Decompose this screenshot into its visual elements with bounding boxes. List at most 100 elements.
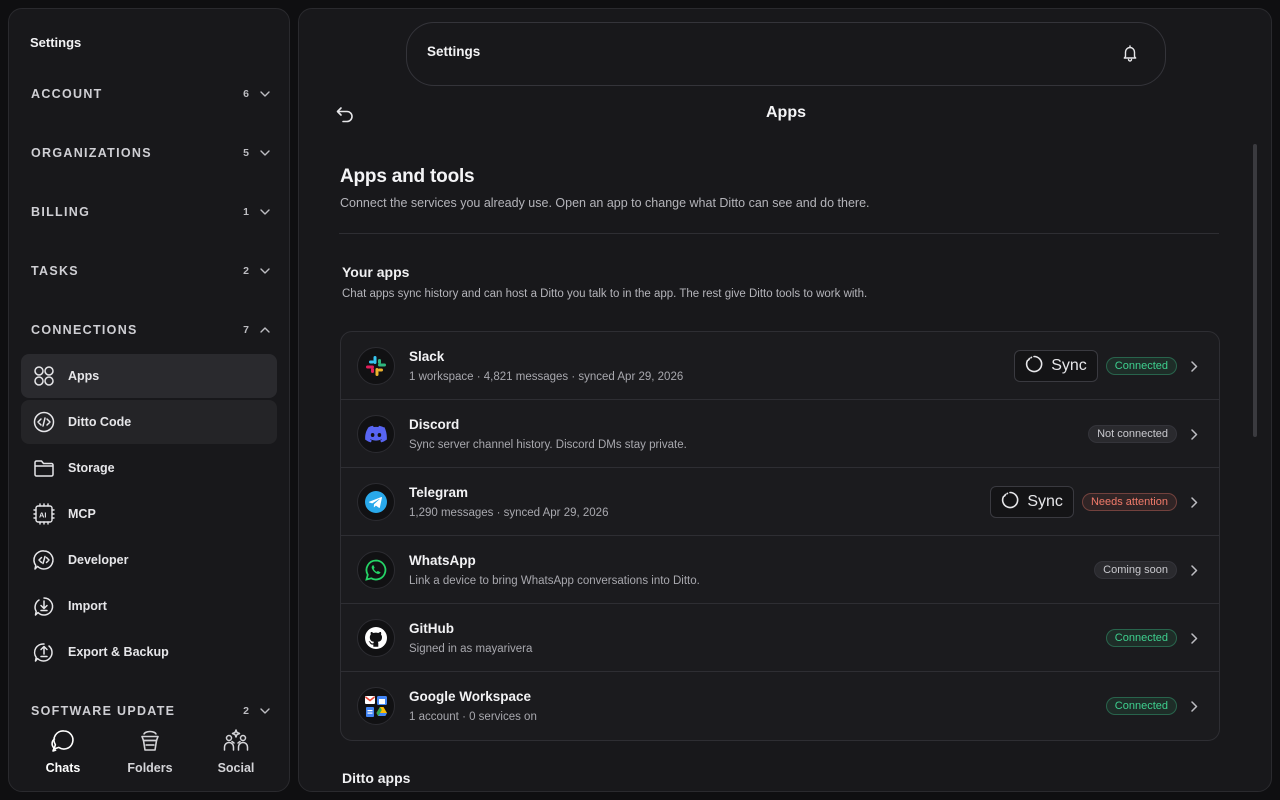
sidebar-item-storage[interactable]: Storage (21, 446, 277, 490)
chevron-right-icon (1187, 495, 1201, 509)
discord-icon (357, 415, 395, 453)
row-actions: Coming soon (1094, 536, 1201, 604)
chevron-up-icon (259, 324, 271, 336)
sync-button[interactable]: Sync (990, 486, 1074, 518)
folder-icon (32, 456, 56, 480)
row-actions: Sync Needs attention (990, 468, 1201, 536)
section-billing[interactable]: BILLING 1 (31, 202, 271, 222)
import-icon (32, 594, 56, 618)
google-workspace-icon (357, 687, 395, 725)
ai-icon: AI (32, 502, 56, 526)
tab-chats[interactable]: Chats (23, 727, 103, 787)
app-description: Sync server channel history. Discord DMs… (409, 439, 687, 451)
app-row-discord[interactable]: Discord Sync server channel history. Dis… (341, 400, 1219, 468)
code-icon (32, 410, 56, 434)
sidebar-item-export-backup[interactable]: Export & Backup (21, 630, 277, 674)
row-actions: Connected (1105, 604, 1201, 672)
section-label: ORGANIZATIONS (31, 146, 152, 160)
section-organizations[interactable]: ORGANIZATIONS 5 (31, 143, 271, 163)
section-label: TASKS (31, 264, 79, 278)
main-panel: Settings Apps Apps and tools Connect the… (298, 8, 1272, 792)
page-heading: Apps (766, 104, 806, 121)
status-badge: Connected (1105, 629, 1177, 647)
sidebar-item-label: Storage (68, 461, 115, 475)
bottom-tab-bar: Chats Folders Social (9, 727, 289, 787)
tab-label: Folders (127, 761, 173, 775)
your-apps-description: Chat apps sync history and can host a Di… (342, 288, 868, 300)
app-row-github[interactable]: GitHub Signed in as mayarivera Connected (341, 604, 1219, 672)
chevron-down-icon (259, 88, 271, 100)
section-account[interactable]: ACCOUNT 6 (31, 84, 271, 104)
chevron-down-icon (259, 147, 271, 159)
sidebar-item-apps[interactable]: Apps (21, 354, 277, 398)
section-count: 7 (243, 324, 249, 336)
app-row-slack[interactable]: Slack 1 workspace · 4,821 messages · syn… (341, 332, 1219, 400)
sync-label: Sync (1027, 493, 1063, 510)
chevron-right-icon (1187, 699, 1201, 713)
section-count: 2 (243, 265, 249, 277)
section-tasks[interactable]: TASKS 2 (31, 261, 271, 281)
section-count: 6 (243, 88, 249, 100)
app-row-whatsapp[interactable]: WhatsApp Link a device to bring WhatsApp… (341, 536, 1219, 604)
sync-label: Sync (1051, 357, 1087, 374)
sidebar-item-label: Apps (68, 369, 100, 383)
grid-icon (32, 364, 56, 388)
app-row-google-workspace[interactable]: Google Workspace 1 account · 0 services … (341, 672, 1219, 740)
app-description: Link a device to bring WhatsApp conversa… (409, 575, 700, 587)
scrollbar[interactable] (1253, 144, 1257, 437)
tab-label: Social (217, 761, 255, 775)
github-icon (357, 619, 395, 657)
sidebar-title: Settings (30, 35, 82, 50)
tab-folders[interactable]: Folders (110, 727, 190, 787)
section-label: SOFTWARE UPDATE (31, 704, 176, 718)
chevron-right-icon (1187, 359, 1201, 373)
sidebar-item-import[interactable]: Import (21, 584, 277, 628)
app-name: Slack (409, 349, 445, 364)
app-description: Signed in as mayarivera (409, 643, 533, 655)
svg-text:AI: AI (39, 511, 47, 520)
status-badge: Connected (1105, 697, 1177, 715)
app-name: Google Workspace (409, 689, 532, 704)
row-actions: Sync Connected (1014, 332, 1201, 400)
status-badge: Coming soon (1094, 561, 1177, 579)
app-row-telegram[interactable]: Telegram 1,290 messages · synced Apr 29,… (341, 468, 1219, 536)
export-icon (32, 640, 56, 664)
section-count: 1 (243, 206, 249, 218)
chats-icon (49, 727, 77, 755)
bell-icon[interactable] (1119, 42, 1141, 64)
section-connections[interactable]: CONNECTIONS 7 (31, 320, 271, 340)
status-badge: Connected (1105, 357, 1177, 375)
tab-social[interactable]: Social (196, 727, 276, 787)
sidebar-item-label: Ditto Code (68, 415, 132, 429)
ditto-apps-title: Ditto apps (342, 770, 411, 786)
whatsapp-icon (357, 551, 395, 589)
chevron-right-icon (1187, 631, 1201, 645)
apps-list: Slack 1 workspace · 4,821 messages · syn… (340, 331, 1220, 741)
sidebar-item-ditto-code[interactable]: Ditto Code (21, 400, 277, 444)
page-subtitle: Connect the services you already use. Op… (340, 196, 870, 210)
section-label: CONNECTIONS (31, 323, 138, 337)
your-apps-title: Your apps (342, 264, 410, 280)
sidebar-item-label: MCP (68, 507, 96, 521)
sidebar-item-developer[interactable]: Developer (21, 538, 277, 582)
status-badge: Needs attention (1081, 493, 1177, 511)
sidebar-item-label: Import (68, 599, 107, 613)
developer-icon (32, 548, 56, 572)
tab-label: Chats (45, 761, 81, 775)
section-count: 5 (243, 147, 249, 159)
sync-icon (1025, 355, 1043, 378)
section-label: ACCOUNT (31, 87, 103, 101)
app-description: 1 workspace · 4,821 messages · synced Ap… (409, 371, 684, 383)
page-title: Apps and tools (340, 166, 475, 187)
app-name: GitHub (409, 621, 454, 636)
app-description: 1 account · 0 services on (409, 711, 537, 723)
chevron-down-icon (259, 705, 271, 717)
folders-icon (136, 727, 164, 755)
section-software-update[interactable]: SOFTWARE UPDATE 2 (31, 701, 271, 721)
top-bar: Settings (406, 22, 1166, 86)
telegram-icon (357, 483, 395, 521)
sync-button[interactable]: Sync (1014, 350, 1098, 382)
sidebar-item-mcp[interactable]: AI MCP (21, 492, 277, 536)
sync-icon (1001, 491, 1019, 514)
app-description: 1,290 messages · synced Apr 29, 2026 (409, 507, 609, 519)
